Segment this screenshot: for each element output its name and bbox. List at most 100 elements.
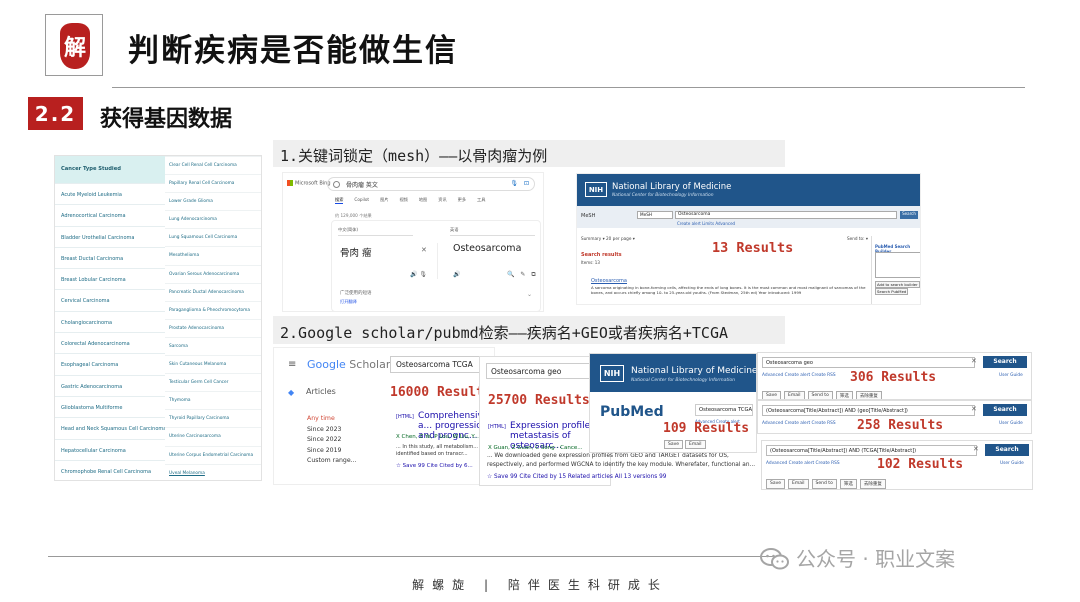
year-filter-item[interactable]: Since 2023	[307, 425, 357, 436]
clear-icon[interactable]: ✕	[971, 405, 977, 413]
search-button[interactable]: Search	[983, 356, 1027, 368]
save-button[interactable]: Save	[766, 479, 786, 489]
cancer-type-item[interactable]: Uveal Melanoma	[165, 463, 261, 480]
bing-tab[interactable]: 资讯	[438, 197, 446, 204]
cancer-type-item[interactable]: Head and Neck Squamous Cell Carcinoma	[55, 417, 165, 438]
mesh-term-link[interactable]: Osteosarcoma	[591, 278, 627, 284]
pubmed-search-input[interactable]: (Osteosarcoma[Title/Abstract]) AND (TCGA…	[766, 445, 977, 456]
send-to-button[interactable]: Send to	[811, 479, 837, 489]
email-button[interactable]: Email	[784, 391, 805, 399]
cancer-type-item[interactable]: Lung Adenocarcinoma	[165, 210, 261, 228]
cancer-type-item[interactable]: Ovarian Serous Adenocarcinoma	[165, 264, 261, 283]
bing-search-box[interactable]: 骨肉瘤 英文 🎙 ⊡	[327, 177, 535, 191]
cancer-type-item[interactable]: Lung Squamous Cell Carcinoma	[165, 228, 261, 246]
result-actions[interactable]: ☆ Save 99 Cite Cited by 6...	[396, 463, 473, 469]
dedupe-button[interactable]: 去除重复	[859, 479, 886, 489]
mesh-search-input[interactable]: Osteosarcoma	[675, 211, 897, 219]
save-button[interactable]: Save	[664, 440, 684, 449]
save-button[interactable]: Save	[762, 391, 782, 399]
cancer-type-item[interactable]: Gastric Adenocarcinoma	[55, 374, 165, 396]
pubmed-search-input[interactable]: Osteosarcoma TCGA	[695, 404, 753, 416]
cancer-type-item[interactable]: Uterine Carcinosarcoma	[165, 427, 261, 445]
pubmed-links[interactable]: Advanced Create alert Create RSS	[766, 461, 840, 466]
source-language-select[interactable]: 中文(简体)	[338, 227, 413, 236]
target-language-select[interactable]: 英语	[450, 227, 535, 236]
bing-tab[interactable]: 更多	[458, 197, 466, 204]
cancer-type-item[interactable]: Skin Cutaneous Melanoma	[165, 355, 261, 373]
year-filter-item[interactable]: Any time	[307, 414, 357, 425]
copy-share-icons[interactable]: 🔍 ✎ ⧉	[507, 271, 538, 279]
user-guide-link[interactable]: User Guide	[1000, 461, 1024, 466]
bing-footer-link[interactable]: 打开翻译	[340, 299, 357, 305]
search-button[interactable]: Search	[985, 444, 1029, 456]
cancer-type-item[interactable]: Papillary Renal Cell Carcinoma	[165, 174, 261, 192]
year-filter-item[interactable]: Since 2019	[307, 446, 357, 457]
cancer-type-item[interactable]: Hepatocellular Carcinoma	[55, 438, 165, 460]
user-guide-link[interactable]: User Guide	[999, 421, 1023, 426]
mesh-search-button[interactable]: Search	[900, 211, 918, 219]
microphone-icon[interactable]: 🎙	[510, 180, 518, 187]
result-actions[interactable]: ☆ Save 99 Cite Cited by 15 Related artic…	[487, 474, 667, 480]
bing-search-query[interactable]: 骨肉瘤 英文	[346, 180, 378, 189]
cancer-type-item[interactable]: Clear Cell Renal Cell Carcinoma	[165, 156, 261, 174]
bing-tab[interactable]: 地图	[419, 197, 427, 204]
geo-search-input[interactable]: Osteosarcoma geo	[486, 363, 594, 379]
bing-tab[interactable]: 搜索	[335, 197, 344, 204]
year-filter-item[interactable]: Since 2022	[307, 435, 357, 446]
cancer-type-item[interactable]: Sarcoma	[165, 336, 261, 355]
cancer-type-item[interactable]: Cervical Carcinoma	[55, 289, 165, 310]
cancer-type-item[interactable]: Bladder Urothelial Carcinoma	[55, 225, 165, 247]
cancer-type-item[interactable]: Breast Ductal Carcinoma	[55, 246, 165, 268]
clear-icon[interactable]: ✕	[421, 246, 427, 254]
cancer-type-item[interactable]: Lower Grade Glioma	[165, 192, 261, 210]
bing-tab[interactable]: Copilot	[354, 197, 369, 204]
cancer-type-item[interactable]: Mesothelioma	[165, 246, 261, 264]
summary-select[interactable]: Summary ▾ 20 per page ▾	[581, 236, 635, 241]
speaker-icon[interactable]: 🔊	[453, 271, 460, 278]
email-button[interactable]: Email	[788, 479, 809, 489]
bing-tab[interactable]: 图片	[380, 197, 388, 204]
filter-button[interactable]: 筛选	[835, 391, 853, 399]
search-button[interactable]: Search	[983, 404, 1027, 416]
cancer-type-item[interactable]: Acute Myeloid Leukemia	[55, 183, 165, 204]
cancer-type-item[interactable]: Glioblastoma Multiforme	[55, 395, 165, 417]
mesh-sub-links[interactable]: Create alert Limits Advanced	[677, 221, 735, 226]
cancer-type-item[interactable]: Pancreatic Ductal Adenocarcinoma	[165, 282, 261, 301]
dedupe-button[interactable]: 去除重复	[855, 391, 882, 399]
bing-tab[interactable]: 视频	[399, 197, 407, 204]
pubmed-links[interactable]: Advanced Create alert Create RSS	[762, 421, 836, 426]
cancer-type-item[interactable]: Adrenocortical Carcinoma	[55, 204, 165, 225]
cancer-type-item[interactable]: Prostate Adenocarcinoma	[165, 318, 261, 337]
visual-search-icon[interactable]: ⊡	[524, 180, 529, 187]
add-to-builder-button[interactable]: Add to search builder	[875, 281, 920, 288]
database-select[interactable]: MeSH	[637, 211, 673, 219]
send-to-menu[interactable]: Send to: ▾	[847, 236, 868, 241]
user-guide-link[interactable]: User Guide	[999, 373, 1023, 378]
speaker-icon[interactable]: 🔊 🎙	[410, 271, 427, 278]
cancer-type-item[interactable]: Cholangiocarcinoma	[55, 310, 165, 332]
email-button[interactable]: Email	[685, 440, 706, 449]
scholar-search-input[interactable]: Osteosarcoma TCGA	[390, 356, 488, 373]
cancer-type-item[interactable]: Colorectal Adenocarcinoma	[55, 332, 165, 353]
menu-icon[interactable]: ≡	[288, 359, 296, 370]
chevron-down-icon[interactable]: ⌄	[527, 291, 532, 298]
pubmed-search-input[interactable]: (Osteosarcoma[Title/Abstract]) AND (geo[…	[762, 405, 975, 416]
cancer-type-item[interactable]: Uterine Corpus Endometrial Carcinoma	[165, 445, 261, 464]
cancer-type-item[interactable]: Breast Lobular Carcinoma	[55, 268, 165, 289]
clear-icon[interactable]: ✕	[973, 445, 979, 453]
pubmed-links[interactable]: Advanced Create alert Create RSS	[762, 373, 836, 378]
cancer-type-item[interactable]: Testicular Germ Cell Cancer	[165, 373, 261, 391]
clear-icon[interactable]: ✕	[971, 357, 977, 365]
cancer-type-item[interactable]: Chromophobe Renal Cell Carcinoma	[55, 459, 165, 480]
search-builder-textarea[interactable]	[875, 252, 920, 278]
source-text[interactable]: 骨肉 瘤	[340, 245, 372, 259]
year-filter-item[interactable]: Custom range...	[307, 456, 357, 467]
bing-tab[interactable]: 工具	[477, 197, 485, 204]
send-to-button[interactable]: Send to	[807, 391, 833, 399]
filter-button[interactable]: 筛选	[839, 479, 857, 489]
pubmed-search-input[interactable]: Osteosarcoma geo	[762, 357, 975, 368]
cancer-type-item[interactable]: Thymoma	[165, 391, 261, 409]
articles-label[interactable]: Articles	[306, 387, 336, 396]
cancer-type-item[interactable]: Esophageal Carcinoma	[55, 353, 165, 374]
search-pubmed-button[interactable]: Search PubMed	[875, 288, 909, 295]
